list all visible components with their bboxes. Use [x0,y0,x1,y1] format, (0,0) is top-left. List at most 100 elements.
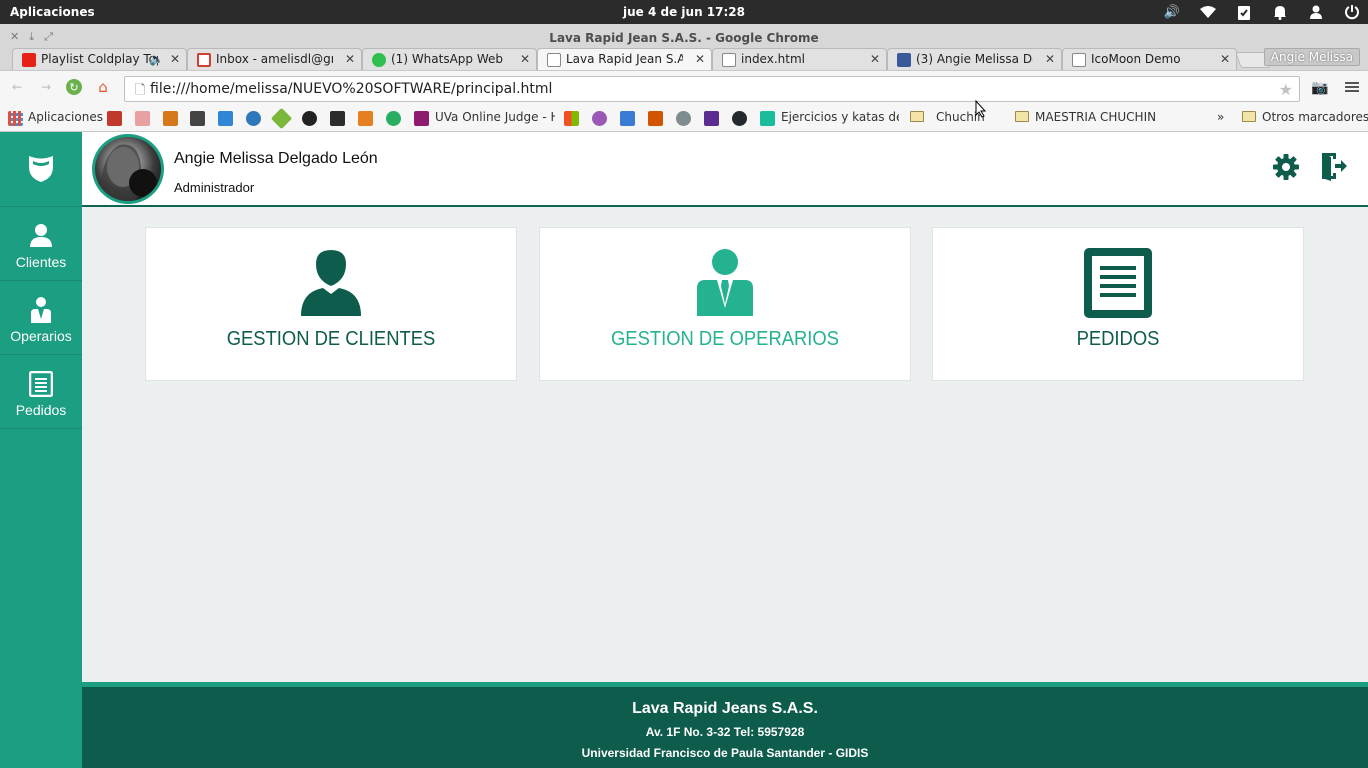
operator-icon [540,248,910,316]
bookmark-icon[interactable] [190,111,205,126]
close-tab-icon[interactable]: ✕ [870,52,880,66]
app-header: Angie Melissa Delgado León Administrador [82,132,1368,207]
tab-facebook[interactable]: (3) Angie Melissa Delga ✕ [887,48,1062,70]
close-tab-icon[interactable]: ✕ [695,52,705,66]
close-tab-icon[interactable]: ✕ [520,52,530,66]
bookmarks-overflow-button[interactable]: » [1217,110,1224,124]
bookmark-icon[interactable] [270,107,293,130]
bell-icon[interactable] [1270,3,1290,21]
page-info-icon[interactable]: 🗋 [135,81,145,103]
user-icon [146,248,516,316]
tab-label: Playlist Coldplay Top [41,52,158,66]
tab-label: IcoMoon Demo [1091,52,1181,66]
whatsapp-icon [372,53,386,67]
card-gestion-operarios[interactable]: GESTION DE OPERARIOS [539,227,911,381]
app-footer: Lava Rapid Jeans S.A.S. Av. 1F No. 3-32 … [82,682,1368,768]
window-title: Lava Rapid Jean S.A.S. - Google Chrome [549,31,819,45]
bookmark-icon[interactable] [386,111,401,126]
tab-whatsapp[interactable]: (1) WhatsApp Web ✕ [362,48,537,70]
forward-icon[interactable]: → [38,79,54,95]
back-icon[interactable]: ← [9,79,25,95]
tab-lava-rapid[interactable]: Lava Rapid Jean S.A.S. ✕ [537,48,712,70]
bookmark-folder-maestria[interactable]: MAESTRIA CHUCHIN [1015,110,1156,124]
sidebar-item-clientes[interactable]: Clientes [0,207,82,281]
clipboard-icon[interactable] [1234,3,1254,21]
bookmark-icon[interactable] [704,111,719,126]
footer-university: Universidad Francisco de Paula Santander… [581,746,869,760]
close-tab-icon[interactable]: ✕ [170,52,180,66]
tab-index[interactable]: index.html ✕ [712,48,887,70]
power-icon[interactable] [1342,3,1362,21]
bookmark-star-icon[interactable]: ★ [1279,80,1293,99]
bookmark-icon[interactable] [676,111,691,126]
card-title: GESTION DE OPERARIOS [610,328,839,350]
chrome-menu-icon[interactable] [1345,80,1359,94]
gear-icon[interactable] [1272,153,1300,181]
tab-icomoon[interactable]: IcoMoon Demo ✕ [1062,48,1237,70]
bookmark-apps[interactable]: Aplicaciones [28,110,103,124]
bookmark-icon[interactable] [592,111,607,126]
github-icon[interactable] [732,111,747,126]
card-gestion-clientes[interactable]: GESTION DE CLIENTES [145,227,517,381]
bookmark-icon[interactable] [648,111,663,126]
folder-icon [1015,111,1029,122]
address-bar[interactable]: 🗋 file:///home/melissa/NUEVO%20SOFTWARE/… [124,76,1300,102]
facebook-icon [897,53,911,67]
folder-icon [910,111,924,122]
bookmark-icon[interactable] [620,111,635,126]
folder-label: MAESTRIA CHUCHIN [1035,110,1157,124]
uva-icon[interactable] [414,111,429,126]
tab-strip: Playlist Coldplay Top 🔈 ✕ Inbox - amelis… [12,48,1368,70]
bookmark-icon[interactable] [760,111,775,126]
close-tab-icon[interactable]: ✕ [1220,52,1230,66]
tab-gmail[interactable]: Inbox - amelisdl@gmai ✕ [187,48,362,70]
audio-icon[interactable]: 🔈 [149,52,164,66]
app-logo[interactable] [0,132,82,207]
user-icon[interactable] [1306,3,1326,21]
address-url[interactable]: file:///home/melissa/NUEVO%20SOFTWARE/pr… [150,81,552,97]
folder-label: Otros marcadores [1262,110,1368,124]
bookmarks-bar: Aplicaciones UVa Online Judge - Ho Ejerc… [0,104,1368,132]
mouse-cursor-icon [975,100,987,118]
volume-icon[interactable]: 🔊 [1162,3,1182,21]
close-tab-icon[interactable]: ✕ [345,52,355,66]
operator-icon [0,297,82,325]
shield-icon [29,156,53,182]
bookmark-icon[interactable] [358,111,373,126]
bookmark-folder-chuchin[interactable]: Chuchin [910,110,985,124]
browser-toolbar: ← → ↻ ⌂ 🗋 file:///home/melissa/NUEVO%20S… [0,70,1368,104]
sidebar-item-operarios[interactable]: Operarios [0,281,82,355]
bookmark-icon[interactable] [246,111,261,126]
bookmark-icon[interactable] [302,111,317,126]
document-icon [0,371,82,399]
close-tab-icon[interactable]: ✕ [1045,52,1055,66]
tab-youtube[interactable]: Playlist Coldplay Top 🔈 ✕ [12,48,187,70]
apps-grid-icon[interactable] [8,111,23,126]
bookmark-katas[interactable]: Ejercicios y katas de p [781,110,899,124]
sidebar-item-pedidos[interactable]: Pedidos [0,355,82,429]
sidebar-item-label: Operarios [10,328,72,344]
camera-icon[interactable]: 📷 [1311,80,1328,96]
reload-icon[interactable]: ↻ [66,79,82,95]
bookmark-uva[interactable]: UVa Online Judge - Ho [435,110,555,124]
card-pedidos[interactable]: PEDIDOS [932,227,1304,381]
folder-icon [1242,111,1256,122]
bookmark-icon[interactable] [107,111,122,126]
os-tray: 🔊 [1162,3,1362,21]
user-icon [0,223,82,251]
wifi-icon[interactable] [1198,3,1218,21]
bookmark-icon[interactable] [218,111,233,126]
bookmark-icon[interactable] [330,111,345,126]
avatar[interactable] [92,134,164,204]
profile-button[interactable]: Angie Melissa [1263,48,1360,66]
bookmark-icon[interactable] [135,111,150,126]
card-title: PEDIDOS [1076,328,1160,350]
document-icon [933,248,1303,318]
app-sidebar: Clientes Operarios Pedidos [0,132,82,768]
home-icon[interactable]: ⌂ [95,78,111,96]
bookmark-icon[interactable] [564,111,579,126]
logout-icon[interactable] [1320,151,1348,181]
footer-company: Lava Rapid Jeans S.A.S. [632,700,818,717]
bookmark-icon[interactable] [163,111,178,126]
bookmark-folder-otros[interactable]: Otros marcadores [1242,110,1368,124]
